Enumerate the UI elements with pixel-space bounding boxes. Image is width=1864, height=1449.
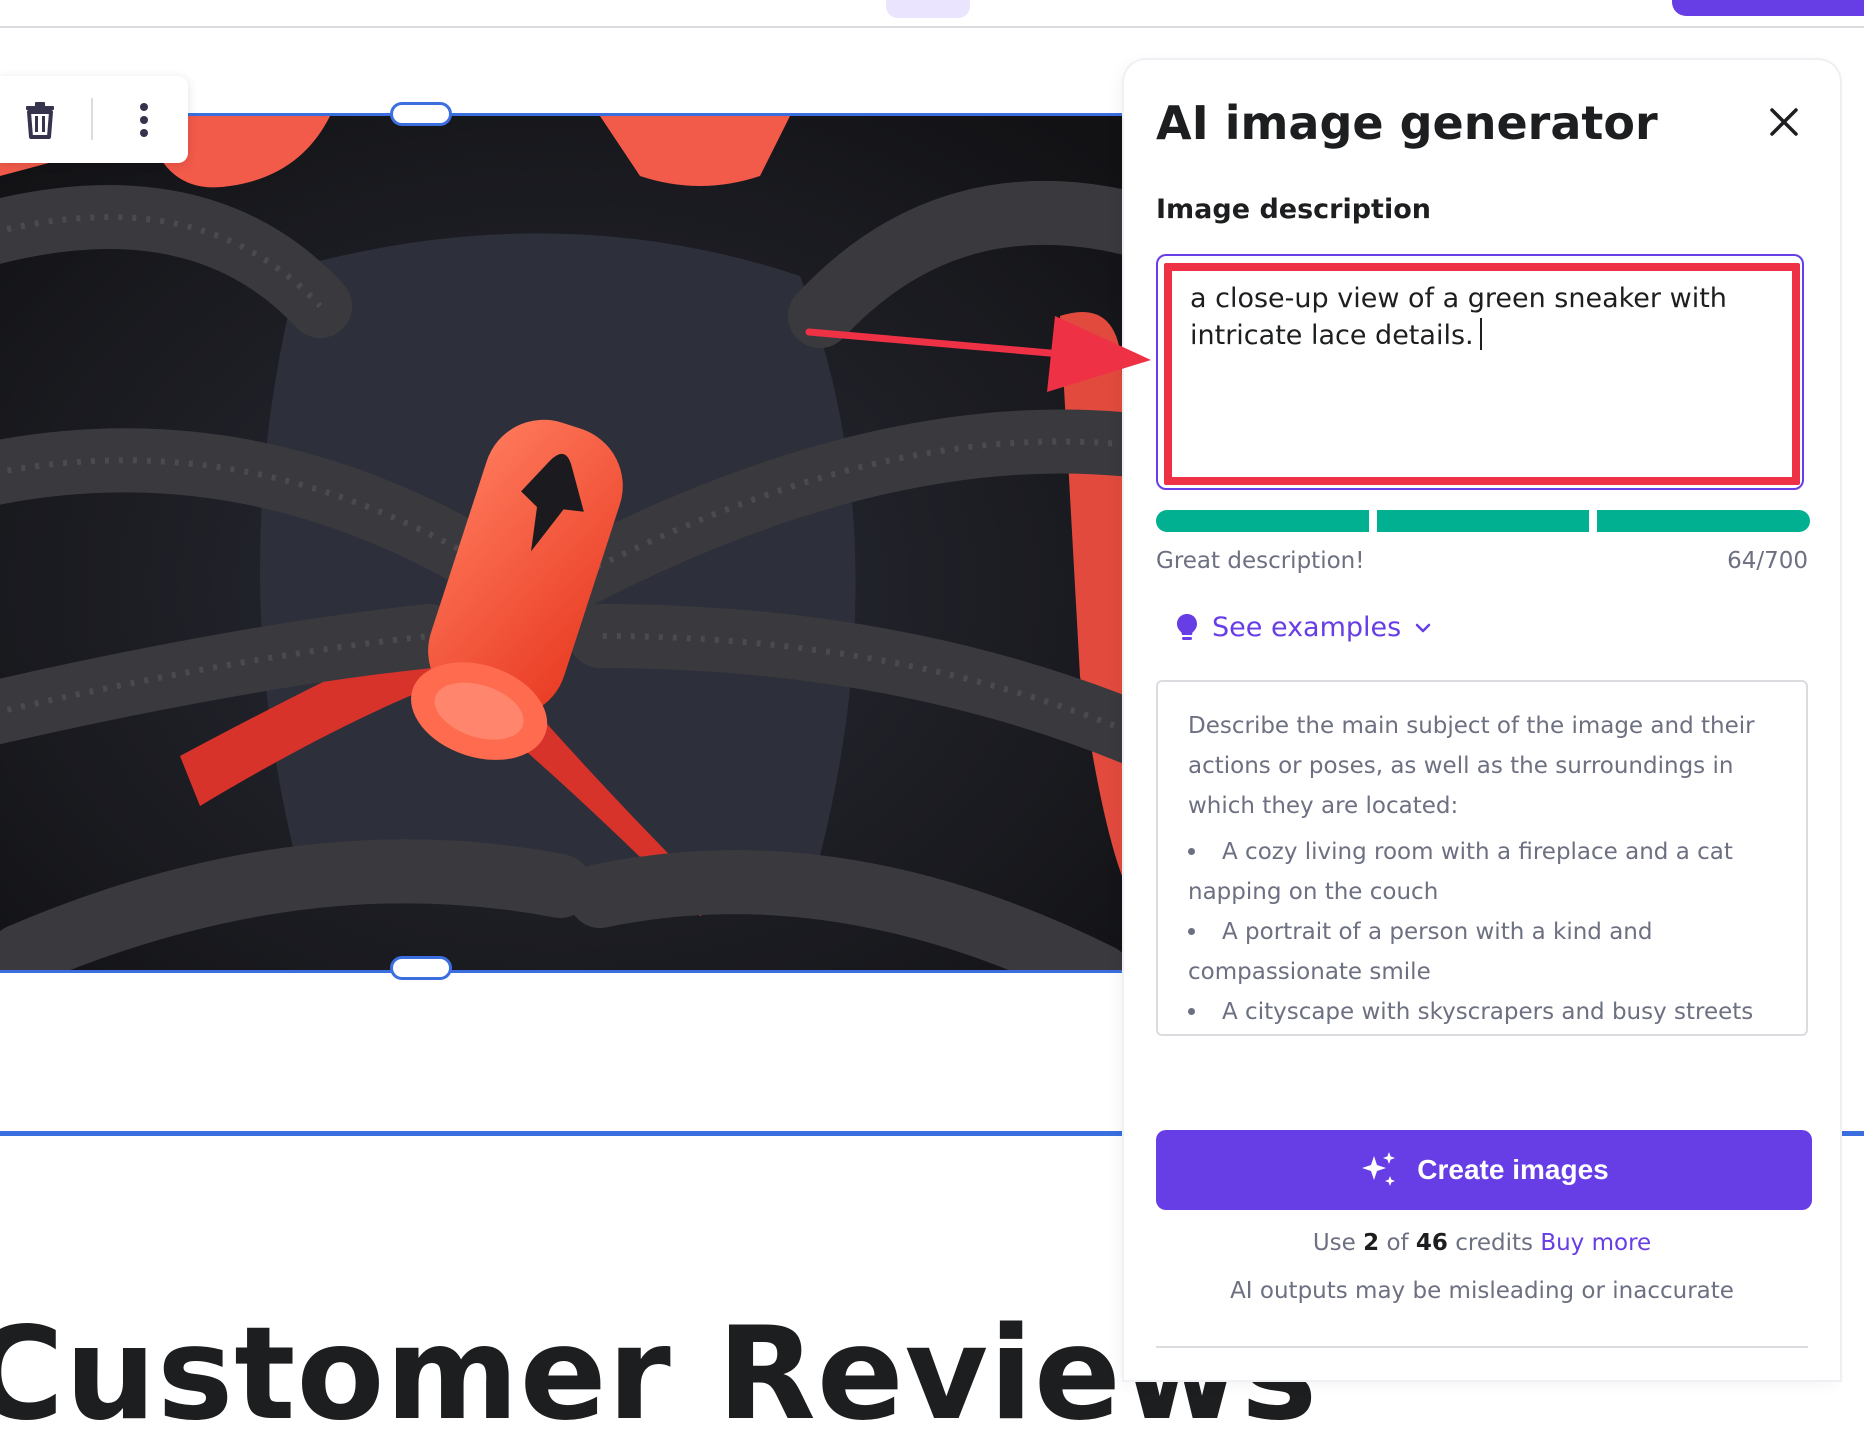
close-button[interactable] bbox=[1760, 98, 1808, 146]
panel-title: AI image generator bbox=[1156, 96, 1658, 150]
quality-label: Great description! bbox=[1156, 548, 1365, 574]
example-item: A cozy living room with a fireplace and … bbox=[1188, 832, 1776, 912]
credits-info: Use 2 of 46 credits Buy more bbox=[1312, 1230, 1652, 1256]
credits-total: 46 bbox=[1415, 1230, 1448, 1256]
trash-icon bbox=[26, 102, 54, 139]
create-images-button[interactable]: Create images bbox=[1156, 1130, 1812, 1210]
section-heading: Customer Reviews bbox=[0, 1300, 1319, 1449]
example-item: A cityscape with skyscrapers and busy st… bbox=[1188, 992, 1776, 1032]
more-options-button[interactable] bbox=[122, 98, 166, 142]
ai-disclaimer: AI outputs may be misleading or inaccura… bbox=[1230, 1278, 1734, 1304]
block-toolbar bbox=[0, 76, 188, 163]
section-selection-border bbox=[0, 1131, 1122, 1136]
close-icon bbox=[1770, 108, 1798, 136]
delete-button[interactable] bbox=[18, 98, 62, 142]
meter-segment bbox=[1376, 510, 1590, 532]
top-tab-pill[interactable] bbox=[886, 0, 970, 18]
character-count: 64/700 bbox=[1727, 548, 1808, 574]
lightbulb-icon bbox=[1177, 613, 1197, 640]
description-quality-meter bbox=[1156, 510, 1811, 532]
see-examples-label: See examples bbox=[1212, 612, 1402, 643]
resize-handle-top[interactable] bbox=[390, 102, 452, 126]
credits-use: 2 bbox=[1363, 1230, 1380, 1256]
description-label: Image description bbox=[1156, 194, 1431, 225]
toolbar-divider bbox=[91, 98, 93, 140]
section-selection-border-right bbox=[1840, 1131, 1864, 1136]
resize-handle-bottom[interactable] bbox=[390, 956, 452, 980]
example-item: A portrait of a person with a kind and c… bbox=[1188, 912, 1776, 992]
examples-list: A cozy living room with a fireplace and … bbox=[1188, 832, 1776, 1032]
chevron-down-icon bbox=[1415, 623, 1431, 632]
create-images-label: Create images bbox=[1417, 1154, 1609, 1185]
meter-segment bbox=[1156, 510, 1369, 532]
buy-more-link[interactable]: Buy more bbox=[1540, 1230, 1651, 1256]
sneaker-photo bbox=[0, 116, 1122, 970]
ai-image-generator-panel: AI image generator Image description a c… bbox=[1124, 60, 1840, 1380]
annotation-arrow-icon bbox=[805, 316, 1151, 392]
top-primary-button[interactable] bbox=[1672, 0, 1864, 16]
annotation-highlight-box bbox=[1164, 263, 1800, 485]
examples-intro: Describe the main subject of the image a… bbox=[1188, 713, 1755, 819]
sparkles-icon bbox=[1362, 1152, 1396, 1186]
selected-image[interactable] bbox=[0, 113, 1122, 973]
see-examples-toggle[interactable]: See examples bbox=[1176, 612, 1431, 643]
more-vertical-icon bbox=[140, 103, 148, 137]
meter-segment bbox=[1597, 510, 1811, 532]
panel-divider bbox=[1156, 1346, 1808, 1348]
examples-box: Describe the main subject of the image a… bbox=[1156, 680, 1808, 1036]
